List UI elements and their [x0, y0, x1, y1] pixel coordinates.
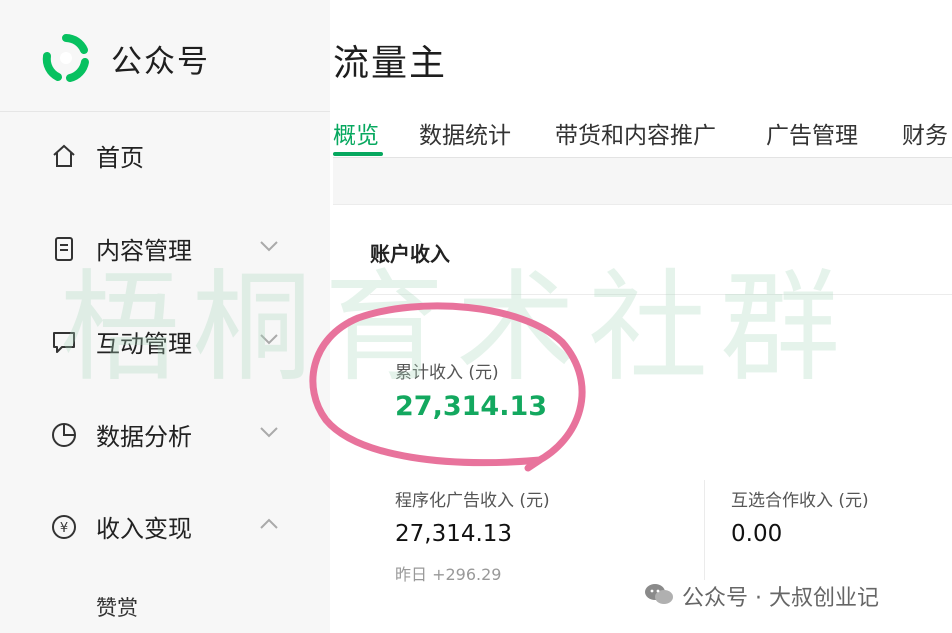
chevron-down-icon	[260, 427, 278, 438]
programmatic-income-label: 程序化广告收入 (元)	[395, 491, 550, 511]
account-income-card: 账户收入 累计收入 (元) 27,314.13 程序化广告收入 (元) 27,3…	[333, 204, 952, 633]
section-gap	[333, 158, 952, 204]
home-icon	[53, 144, 75, 167]
card-title: 账户收入	[370, 242, 450, 266]
mutual-income-label: 互选合作收入 (元)	[731, 491, 869, 511]
svg-text:¥: ¥	[60, 521, 68, 536]
total-income-label: 累计收入 (元)	[395, 363, 499, 383]
tab-promotion[interactable]: 带货和内容推广	[555, 116, 716, 150]
divider	[704, 480, 705, 580]
sidebar: 公众号 首页 内容管理 互动管理 数据分析 ¥ 收入变现 赞赏	[0, 0, 330, 633]
brand-header[interactable]: 公众号	[0, 0, 330, 112]
tab-bar: 概览 数据统计 带货和内容推广 广告管理 财务	[333, 112, 952, 158]
sidebar-item-analytics[interactable]: 数据分析	[0, 403, 330, 467]
divider	[370, 294, 952, 295]
programmatic-yesterday: 昨日 +296.29	[395, 565, 502, 584]
sidebar-item-label: 内容管理	[96, 237, 192, 265]
chat-icon	[53, 332, 75, 353]
yuan-icon: ¥	[52, 515, 76, 539]
brand-name: 公众号	[111, 44, 210, 80]
sidebar-item-label: 收入变现	[96, 515, 192, 543]
wechat-official-logo-icon	[42, 34, 89, 82]
wechat-icon	[645, 584, 673, 604]
sidebar-item-monetization[interactable]: ¥ 收入变现	[0, 495, 330, 559]
sidebar-item-label: 互动管理	[96, 330, 192, 358]
total-income-value: 27,314.13	[395, 391, 548, 422]
tab-ad-management[interactable]: 广告管理	[766, 116, 858, 150]
sidebar-item-label: 数据分析	[96, 423, 192, 451]
footer-text: 公众号 · 大叔创业记	[682, 586, 879, 611]
pie-chart-icon	[52, 423, 76, 447]
mutual-income-value: 0.00	[731, 521, 783, 547]
chevron-up-icon	[260, 518, 278, 529]
document-icon	[55, 237, 73, 261]
active-tab-indicator	[333, 152, 383, 156]
chevron-down-icon	[260, 241, 278, 252]
sidebar-item-content[interactable]: 内容管理	[0, 217, 330, 281]
tab-statistics[interactable]: 数据统计	[419, 116, 511, 150]
sidebar-item-interaction[interactable]: 互动管理	[0, 310, 330, 374]
tab-finance[interactable]: 财务	[902, 116, 948, 150]
tab-overview[interactable]: 概览	[333, 116, 379, 150]
sidebar-item-home[interactable]: 首页	[0, 124, 330, 188]
programmatic-income-value: 27,314.13	[395, 521, 513, 547]
chevron-down-icon	[260, 334, 278, 345]
page-title: 流量主	[333, 43, 448, 84]
sidebar-item-label: 首页	[96, 144, 144, 172]
sidebar-subitem-reward[interactable]: 赞赏	[96, 592, 138, 622]
